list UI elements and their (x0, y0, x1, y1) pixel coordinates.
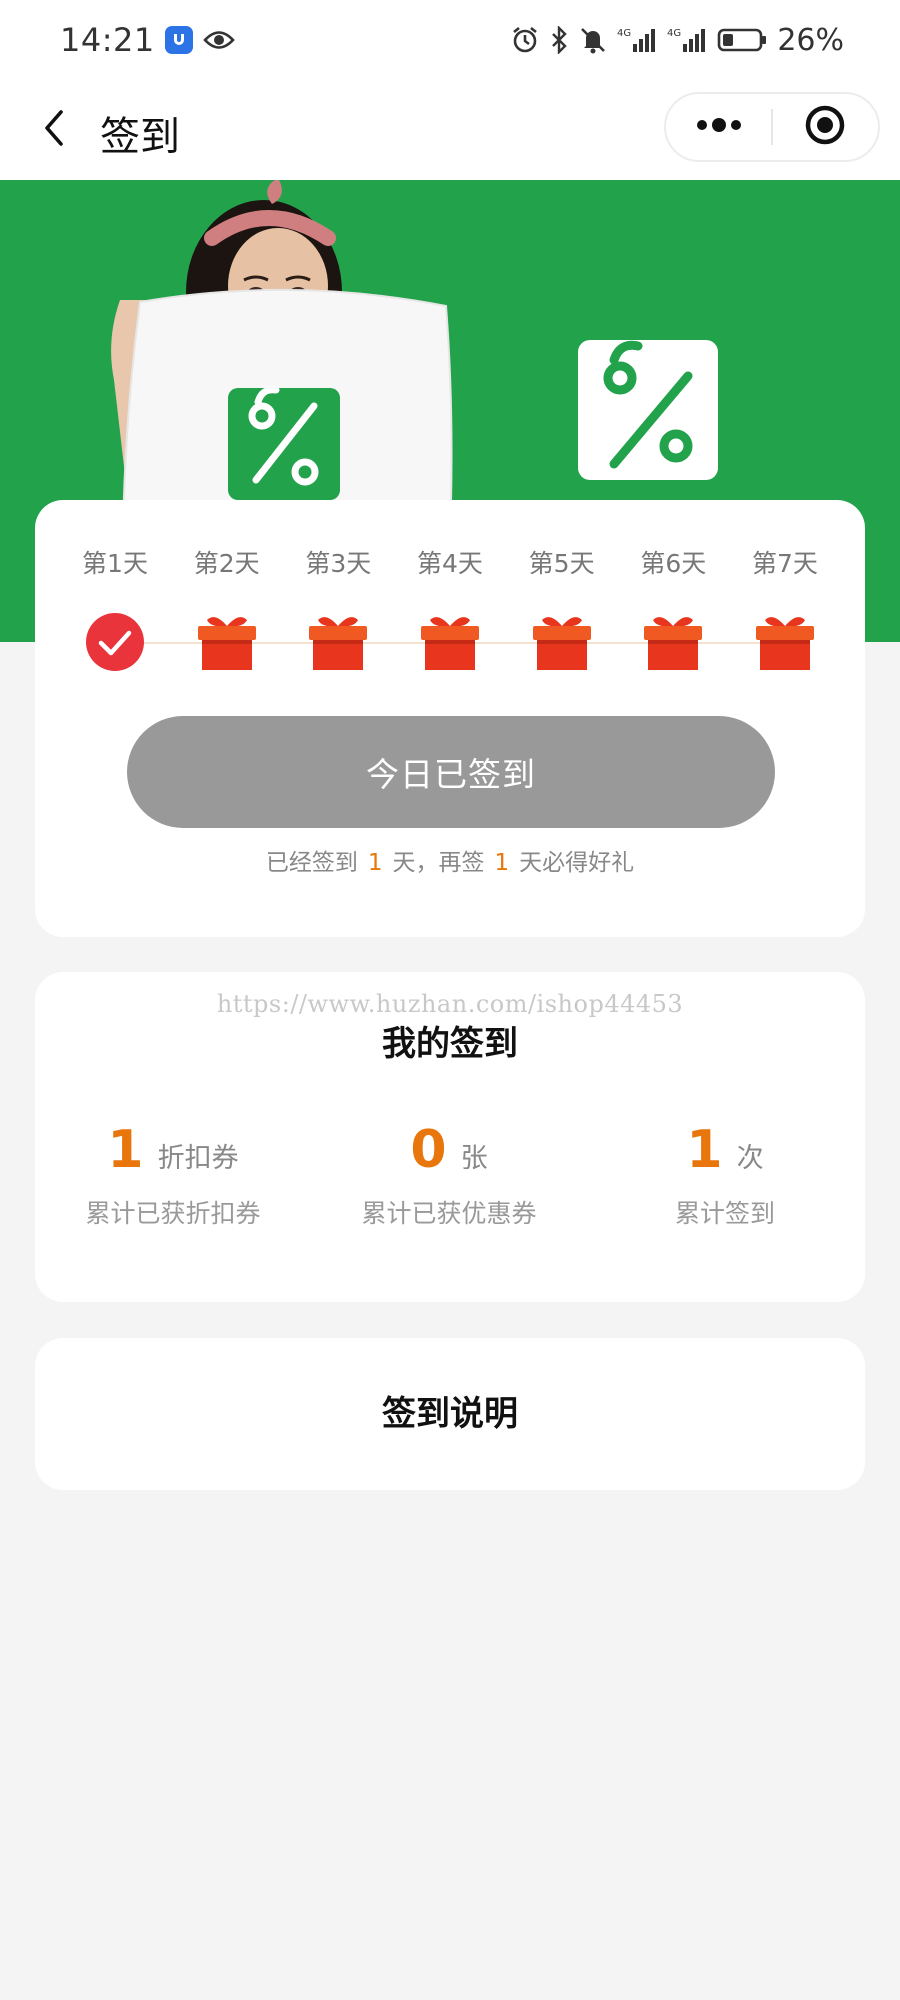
page-title: 签到 (100, 114, 180, 160)
stats-row: 1 折扣券 累计已获折扣券 0 张 累计已获优惠券 1 次 累计签到 (35, 1120, 865, 1230)
stat-checkin-count: 1 次 累计签到 (587, 1120, 863, 1230)
day-marker-gift (628, 608, 718, 676)
checkin-tip: 已经签到 1 天，再签 1 天必得好礼 (35, 843, 865, 877)
day-marker-gift (293, 608, 383, 676)
day-marker-gift (740, 608, 830, 676)
day-markers-row (70, 608, 830, 676)
gift-box-icon (309, 617, 368, 670)
stat-label: 累计签到 (674, 1199, 775, 1228)
day-marker-gift (405, 608, 495, 676)
svg-text:4G: 4G (667, 28, 681, 39)
more-menu-button[interactable] (666, 94, 771, 160)
close-program-button[interactable] (773, 94, 878, 160)
status-time: 14:21 (60, 21, 155, 59)
day-label: 第4天 (417, 549, 483, 578)
mini-program-capsule (664, 92, 880, 162)
stat-coupons: 0 张 累计已获优惠券 (311, 1120, 587, 1230)
watermark-text: https://www.huzhan.com/ishop44453 (216, 990, 684, 1018)
tip-suffix: 天必得好礼 (519, 850, 635, 876)
stat-unit: 折扣券 (157, 1143, 239, 1174)
stat-value: 0 (410, 1120, 447, 1180)
signal-4g-icon: 4G (617, 26, 657, 54)
my-checkin-title: 我的签到 (382, 1024, 518, 1064)
checkin-card: 第1天 第2天 第3天 第4天 第5天 第6天 第7天 今日已签到 已经签到 1… (35, 500, 865, 937)
stat-discount-coupons: 1 折扣券 累计已获折扣券 (35, 1120, 311, 1230)
gift-box-icon (644, 617, 703, 670)
rules-card[interactable]: 签到说明 (35, 1338, 865, 1490)
tip-days-signed: 1 (367, 850, 383, 876)
stat-unit: 次 (736, 1143, 764, 1174)
stat-unit: 张 (460, 1143, 488, 1174)
day-label: 第5天 (528, 549, 595, 578)
stat-value: 1 (107, 1120, 144, 1180)
more-dots-icon (696, 117, 742, 137)
gift-box-icon (420, 617, 479, 670)
shield-app-icon (164, 26, 193, 54)
bluetooth-icon (549, 26, 569, 54)
day-label: 第2天 (193, 549, 260, 578)
alarm-icon (511, 26, 539, 54)
status-right: 4G 4G 26% (511, 23, 844, 58)
day-label: 第6天 (640, 549, 707, 578)
day-marker-gift (182, 608, 272, 676)
target-circle-icon (804, 104, 846, 150)
my-checkin-card: https://www.huzhan.com/ishop44453 我的签到 1… (35, 972, 865, 1302)
gift-box-icon (532, 617, 591, 670)
stat-value: 1 (686, 1120, 723, 1180)
day-marker-checked (70, 608, 160, 676)
day-labels-row: 第1天 第2天 第3天 第4天 第5天 第6天 第7天 (70, 544, 830, 580)
mute-icon (579, 26, 607, 54)
stat-label: 累计已获优惠券 (361, 1199, 537, 1228)
tip-days-left: 1 (494, 850, 510, 876)
battery-percent: 26% (777, 22, 844, 58)
svg-text:4G: 4G (617, 28, 631, 39)
back-button[interactable] (30, 106, 78, 154)
checkin-button[interactable]: 今日已签到 (127, 716, 775, 828)
percent-badge-large (578, 340, 718, 480)
signal-4g-icon: 4G (667, 26, 707, 54)
gift-box-icon (755, 617, 814, 670)
gift-box-icon (197, 617, 256, 670)
checkmark-circle-icon (86, 613, 144, 671)
day-label: 第7天 (751, 549, 818, 578)
battery-icon (717, 26, 767, 54)
chevron-left-icon (41, 108, 67, 152)
tip-prefix: 已经签到 (265, 850, 358, 876)
day-label: 第1天 (82, 549, 148, 578)
status-bar: 14:21 4G 4G 26% (0, 0, 900, 80)
tip-middle: 天，再签 (392, 850, 485, 876)
eye-icon (202, 29, 235, 51)
day-marker-gift (517, 608, 607, 676)
rules-title: 签到说明 (382, 1394, 518, 1434)
nav-bar: 签到 (0, 80, 900, 180)
stat-label: 累计已获折扣券 (85, 1199, 261, 1228)
day-label: 第3天 (305, 549, 372, 578)
status-left: 14:21 (60, 21, 235, 59)
